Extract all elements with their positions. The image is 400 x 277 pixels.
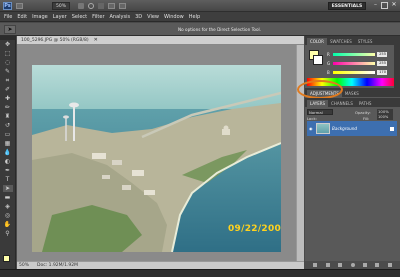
menu-filter[interactable]: Filter	[92, 14, 104, 20]
tab-paths[interactable]: PATHS	[356, 100, 375, 107]
menu-bar: File Edit Image Layer Select Filter Anal…	[0, 12, 400, 22]
document-tab[interactable]: 100_5296.JPG @ 50% (RGB/8) ✕	[17, 36, 304, 45]
panel-dock: COLOR SWATCHES STYLES R 255 G 255 B 170 …	[297, 36, 400, 269]
hand-tool-icon[interactable]	[78, 3, 84, 9]
menu-window[interactable]: Window	[164, 14, 184, 20]
menu-select[interactable]: Select	[72, 14, 87, 20]
link-layers-icon[interactable]	[313, 263, 318, 267]
slider-green[interactable]: G 255	[327, 60, 397, 66]
new-group-icon[interactable]	[362, 263, 367, 267]
screen-mode-icon[interactable]	[119, 3, 126, 9]
tab-layers[interactable]: LAYERS	[307, 100, 329, 107]
rotate-view-icon[interactable]	[98, 3, 104, 9]
document-tab-title: 100_5296.JPG @ 50% (RGB/8)	[21, 37, 89, 43]
restore-window-button[interactable]	[381, 2, 388, 9]
zoom-tool-icon[interactable]: ⚲	[3, 230, 13, 237]
eraser-tool-icon[interactable]: ▭	[3, 131, 13, 138]
arrange-documents-icon[interactable]	[108, 3, 115, 9]
workspace-switcher[interactable]: ESSENTIALS	[328, 2, 366, 10]
new-layer-icon[interactable]	[375, 263, 380, 267]
menu-layer[interactable]: Layer	[53, 14, 67, 20]
status-doc-size: Doc: 1.92M/1.92M	[37, 263, 78, 268]
vertical-scrollbar[interactable]	[296, 45, 304, 261]
move-tool-icon[interactable]: ✥	[3, 41, 13, 48]
tab-swatches[interactable]: SWATCHES	[327, 38, 355, 45]
close-window-button[interactable]: ✕	[390, 1, 398, 9]
add-mask-icon[interactable]	[338, 263, 343, 267]
photo-date-stamp: 09/22/2009	[228, 224, 281, 234]
3d-rotate-tool-icon[interactable]: ◈	[3, 203, 13, 210]
document-window: 100_5296.JPG @ 50% (RGB/8) ✕ 09/22/200 5…	[17, 36, 304, 269]
color-panel-header: COLOR SWATCHES STYLES	[305, 36, 400, 45]
eyedropper-tool-icon[interactable]: ✐	[3, 86, 13, 93]
annotation-highlight-ring	[297, 80, 343, 99]
quick-selection-tool-icon[interactable]: ✎	[3, 68, 13, 75]
hand-tool-icon[interactable]: ✋	[3, 221, 13, 228]
menu-file[interactable]: File	[4, 14, 12, 20]
healing-brush-tool-icon[interactable]: ✚	[3, 95, 13, 102]
application-bar: Ps 50% ESSENTIALS – ✕	[0, 0, 400, 12]
path-selection-tool-icon[interactable]: ➤	[2, 185, 13, 192]
slider-blue[interactable]: B 170	[327, 69, 397, 75]
adjustment-layer-icon[interactable]	[350, 263, 355, 267]
fill-value[interactable]: 100%	[377, 115, 393, 120]
visibility-eye-icon[interactable]: ◉	[309, 126, 314, 131]
launch-bridge-icon[interactable]	[16, 3, 23, 9]
panel-collapse-strip	[394, 36, 400, 96]
tab-styles[interactable]: STYLES	[355, 38, 376, 45]
dodge-tool-icon[interactable]: ◐	[3, 158, 13, 165]
layer-row-background[interactable]: ◉ Background	[307, 121, 397, 136]
menu-help[interactable]: Help	[189, 14, 200, 20]
tab-channels[interactable]: CHANNELS	[328, 100, 356, 107]
layers-panel-header: LAYERS CHANNELS PATHS	[305, 98, 400, 107]
menu-analysis[interactable]: Analysis	[110, 14, 131, 20]
zoom-tool-icon[interactable]	[88, 3, 94, 9]
tab-masks[interactable]: MASKS	[342, 90, 362, 97]
close-document-icon[interactable]: ✕	[94, 37, 98, 43]
blend-mode-select[interactable]: Normal	[307, 109, 333, 115]
os-taskbar	[0, 269, 400, 277]
type-tool-icon[interactable]: T	[3, 176, 13, 183]
3d-orbit-tool-icon[interactable]: ◎	[3, 212, 13, 219]
marquee-tool-icon[interactable]: ⬚	[3, 50, 13, 57]
status-zoom[interactable]: 50%	[19, 263, 29, 268]
photoshop-logo: Ps	[3, 2, 12, 10]
options-bar: ➤ No options for the Direct Selection To…	[0, 23, 400, 36]
layer-style-icon[interactable]	[325, 263, 330, 267]
delete-layer-icon[interactable]	[387, 263, 392, 267]
layer-thumbnail	[316, 123, 330, 134]
pen-tool-icon[interactable]: ✒	[3, 167, 13, 174]
gradient-tool-icon[interactable]: ▦	[3, 140, 13, 147]
menu-3d[interactable]: 3D	[135, 14, 142, 20]
minimize-window-button[interactable]: –	[372, 2, 379, 9]
slider-red[interactable]: R 255	[327, 51, 397, 57]
opacity-label: Opacity:	[355, 110, 371, 115]
shape-tool-icon[interactable]: ▬	[3, 194, 13, 201]
clone-stamp-tool-icon[interactable]: ♜	[3, 113, 13, 120]
image-canvas[interactable]: 09/22/2009	[32, 65, 281, 252]
color-panel-bg-swatch[interactable]	[313, 55, 323, 65]
crop-tool-icon[interactable]: ⌗	[3, 77, 13, 84]
foreground-color-swatch[interactable]	[3, 255, 10, 262]
brush-tool-icon[interactable]: ✏	[3, 104, 13, 111]
tools-panel: ✥ ⬚ ◌ ✎ ⌗ ✐ ✚ ✏ ♜ ↺ ▭ ▦ 💧 ◐ ✒ T ➤ ▬ ◈ ◎ …	[0, 36, 16, 269]
blur-tool-icon[interactable]: 💧	[3, 149, 13, 156]
history-brush-tool-icon[interactable]: ↺	[3, 122, 13, 129]
layer-name: Background	[332, 126, 358, 131]
tools-panel-grip[interactable]	[0, 36, 15, 40]
menu-image[interactable]: Image	[32, 14, 48, 20]
tool-preset-picker[interactable]: ➤	[4, 25, 16, 34]
menu-view[interactable]: View	[147, 14, 159, 20]
layer-lock-icon	[390, 126, 394, 131]
options-hint-text: No options for the Direct Selection Tool…	[178, 27, 262, 32]
status-bar: 50% Doc: 1.92M/1.92M	[17, 261, 304, 269]
layers-panel-footer	[305, 261, 400, 269]
menu-edit[interactable]: Edit	[17, 14, 27, 20]
lasso-tool-icon[interactable]: ◌	[3, 59, 13, 66]
tab-color[interactable]: COLOR	[307, 38, 327, 45]
zoom-level-select[interactable]: 50%	[52, 2, 70, 10]
